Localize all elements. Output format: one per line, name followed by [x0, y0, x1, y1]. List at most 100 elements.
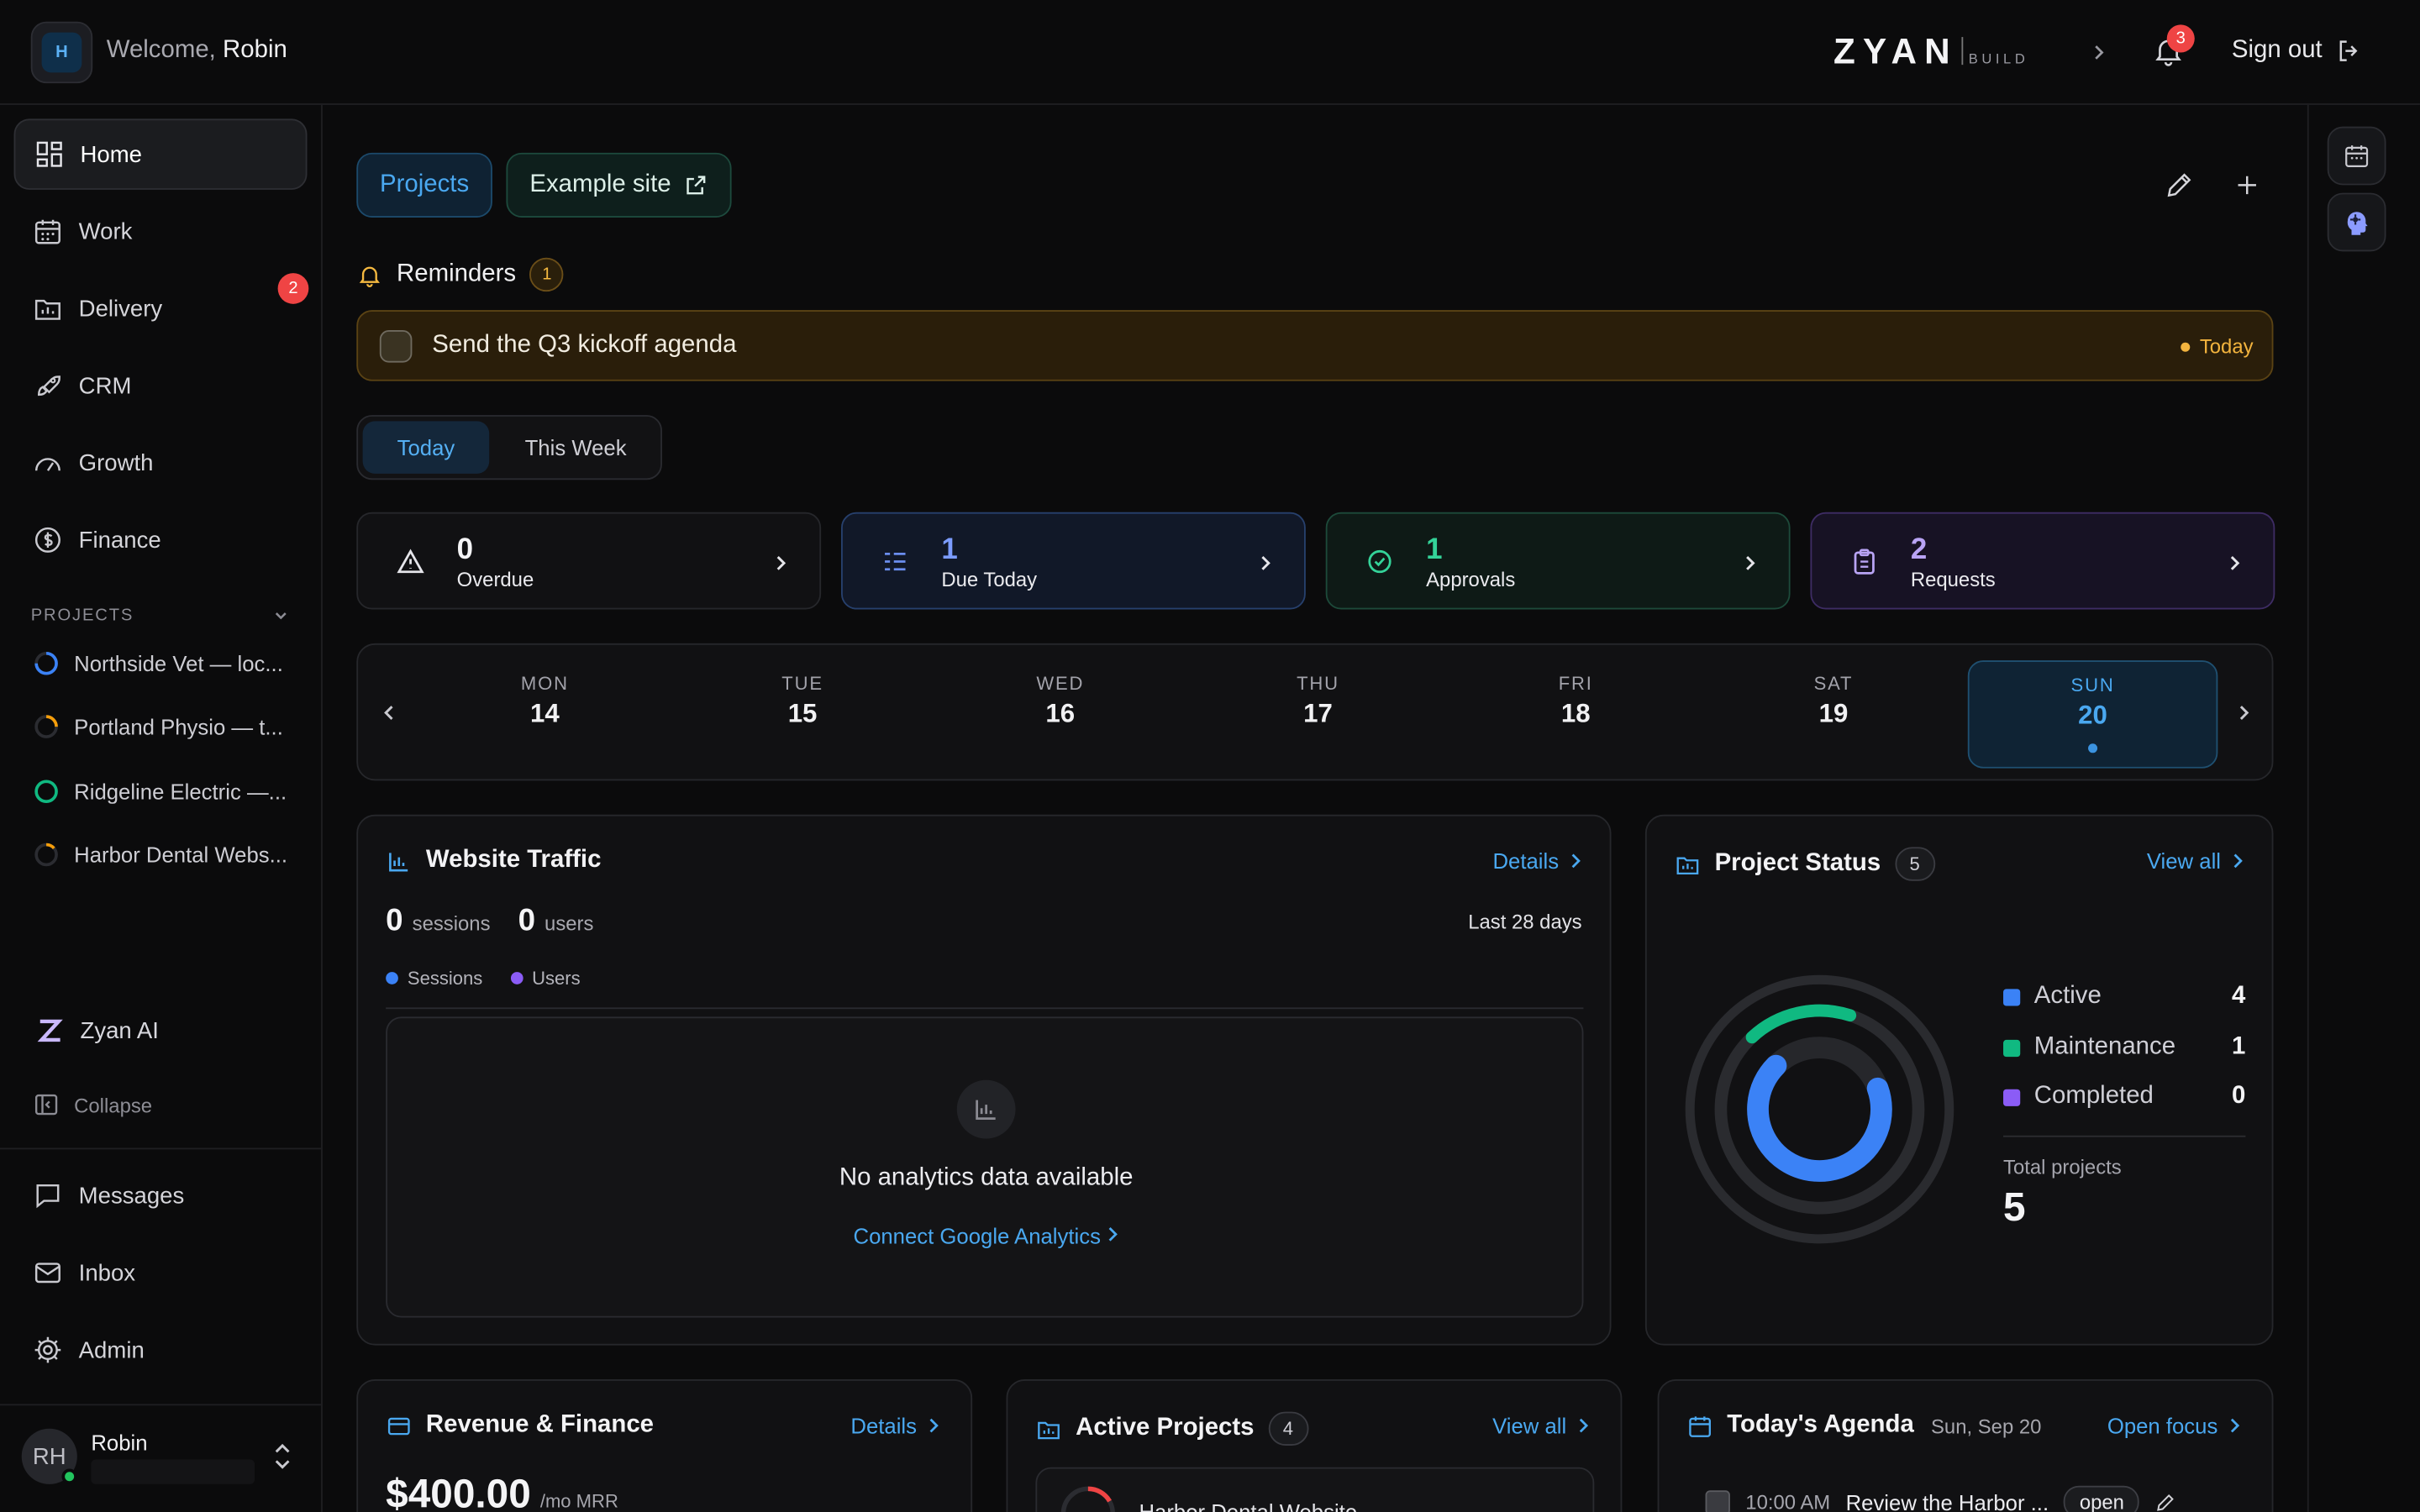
message-icon: [36, 1184, 60, 1209]
day-number: 19: [1818, 699, 1849, 728]
revenue-details-link[interactable]: Details: [850, 1413, 939, 1438]
calendar-day[interactable]: THU 17: [1193, 660, 1444, 769]
agenda-checkbox[interactable]: [1705, 1489, 1730, 1512]
sidebar-item-finance[interactable]: Finance: [14, 505, 308, 575]
open-focus-link[interactable]: Open focus: [2107, 1413, 2241, 1438]
sidebar-item-delivery[interactable]: Delivery: [14, 273, 308, 344]
active-projects-card: Active Projects 4 View all Harbor Dental…: [1006, 1379, 1623, 1512]
connect-label: Connect Google Analytics: [853, 1223, 1101, 1248]
active-projects-view-all[interactable]: View all: [1492, 1413, 1590, 1438]
calendar-day[interactable]: SAT 19: [1708, 660, 1959, 769]
sidebar-item-home[interactable]: Home: [13, 118, 308, 190]
sidebar-item-label: Delivery: [78, 295, 163, 322]
chevron-right-icon[interactable]: [2235, 701, 2254, 725]
sidebar-item-label: Admin: [78, 1336, 145, 1363]
ring-track: [1685, 974, 1954, 1244]
sidebar-item-label: Finance: [78, 527, 161, 554]
tab-this-week[interactable]: This Week: [500, 421, 651, 473]
status-value: 0: [2232, 1083, 2246, 1110]
revenue-title: Revenue & Finance: [425, 1411, 655, 1438]
tab-projects[interactable]: Projects: [356, 152, 492, 218]
sidebar-project[interactable]: Ridgeline Electric —...: [34, 780, 296, 804]
progress-ring-icon: [34, 780, 58, 804]
stat-overdue[interactable]: 0 Overdue: [356, 512, 822, 610]
calendar-day[interactable]: FRI 18: [1450, 660, 1701, 769]
chevron-right-icon[interactable]: [2090, 40, 2108, 65]
sessions-value: 0: [386, 904, 403, 938]
plus-icon[interactable]: [2232, 170, 2263, 201]
example-site-button[interactable]: Example site: [506, 152, 732, 218]
day-number: 17: [1303, 699, 1333, 728]
chevron-right-icon: [1579, 1418, 1589, 1433]
project-status-view-all[interactable]: View all: [2147, 848, 2244, 874]
tab-today[interactable]: Today: [362, 421, 490, 474]
sidebar-project[interactable]: Northside Vet — loc...: [34, 651, 296, 675]
reminder-due: Today: [2181, 335, 2254, 358]
card-title: Revenue & Finance: [386, 1412, 654, 1440]
reminder-checkbox[interactable]: [379, 330, 413, 363]
calendar-panel-button[interactable]: [2327, 126, 2386, 186]
chevron-left-icon[interactable]: [380, 701, 398, 725]
zyan-ai-button[interactable]: Zyan AI: [34, 1016, 159, 1047]
sign-out-button[interactable]: Sign out: [2232, 37, 2363, 65]
pencil-icon[interactable]: [2155, 1491, 2177, 1512]
stat-due-today[interactable]: 1 Due Today: [841, 512, 1306, 610]
traffic-details-link[interactable]: Details: [1492, 848, 1581, 874]
workspace-switcher[interactable]: H: [30, 21, 93, 84]
bar-chart-icon: [389, 852, 408, 871]
sidebar-item-label: Inbox: [78, 1259, 136, 1286]
calendar-day-selected[interactable]: SUN 20: [1967, 660, 2218, 769]
collapse-button[interactable]: Collapse: [34, 1092, 152, 1116]
sidebar-collapse-icon: [34, 1094, 58, 1116]
folder-chart-icon: [1038, 1420, 1060, 1439]
calendar-day[interactable]: MON 14: [420, 660, 671, 769]
card-title: Active Projects 4: [1035, 1411, 1308, 1446]
connect-analytics-link[interactable]: Connect Google Analytics: [387, 1224, 1585, 1248]
view-all-label: View all: [1492, 1413, 1567, 1438]
welcome-name: Robin: [223, 37, 287, 64]
legend-sessions: Sessions: [407, 967, 483, 990]
details-label: Details: [850, 1413, 917, 1438]
chevron-right-icon: [2233, 853, 2243, 869]
sidebar-project[interactable]: Portland Physio — t...: [34, 714, 296, 739]
status-row-maintenance: Maintenance 1: [2003, 1034, 2245, 1062]
reminders-header: Reminders 1: [356, 257, 565, 292]
ai-assistant-button[interactable]: [2327, 192, 2386, 252]
agenda-status-tag: open: [2064, 1485, 2140, 1512]
agenda-text: Review the Harbor ...: [1845, 1489, 2049, 1512]
projects-header[interactable]: PROJECTS: [31, 606, 291, 625]
sidebar-item-admin[interactable]: Admin: [14, 1315, 308, 1385]
agenda-item[interactable]: 10:00 AM Review the Harbor ... open: [1705, 1485, 2177, 1512]
sidebar-item-crm[interactable]: CRM: [14, 350, 308, 421]
agenda-title: Today's Agenda: [1727, 1411, 1914, 1438]
user-name: Robin: [91, 1430, 148, 1456]
status-label: Completed: [2033, 1083, 2154, 1110]
calendar-day[interactable]: WED 16: [935, 660, 1186, 769]
gauge-icon: [34, 458, 60, 471]
warning-icon: [397, 549, 424, 574]
sidebar-project[interactable]: Harbor Dental Webs...: [34, 843, 296, 867]
pencil-icon[interactable]: [2164, 170, 2195, 201]
sidebar-item-messages[interactable]: Messages: [14, 1160, 308, 1231]
divider: [2003, 1135, 2246, 1137]
sidebar-item-growth[interactable]: Growth: [14, 428, 308, 498]
day-number: 18: [1560, 699, 1591, 728]
user-menu[interactable]: RH Robin: [21, 1425, 300, 1487]
checklist-icon: [885, 552, 906, 571]
sidebar-item-label: CRM: [78, 372, 132, 399]
stat-requests[interactable]: 2 Requests: [1810, 512, 2275, 610]
sidebar-item-work[interactable]: Work: [14, 196, 308, 266]
empty-state: No analytics data available Connect Goog…: [386, 1016, 1585, 1318]
reminder-item[interactable]: Send the Q3 kickoff agenda Today: [356, 310, 2274, 381]
stat-label: Requests: [1910, 567, 1996, 591]
reminders-title: Reminders: [397, 260, 517, 287]
sidebar-item-inbox[interactable]: Inbox: [14, 1237, 308, 1308]
active-project-item[interactable]: Harbor Dental Website: [1035, 1467, 1595, 1512]
chevron-down-icon: [275, 612, 287, 620]
brand-logo[interactable]: ZYAN BUILD: [1833, 33, 2028, 68]
stat-label: Approvals: [1426, 567, 1516, 591]
stat-approvals[interactable]: 1 Approvals: [1325, 512, 1791, 610]
details-label: Details: [1492, 848, 1560, 874]
calendar-day[interactable]: TUE 15: [677, 660, 928, 769]
sidebar-item-label: Home: [80, 141, 143, 168]
